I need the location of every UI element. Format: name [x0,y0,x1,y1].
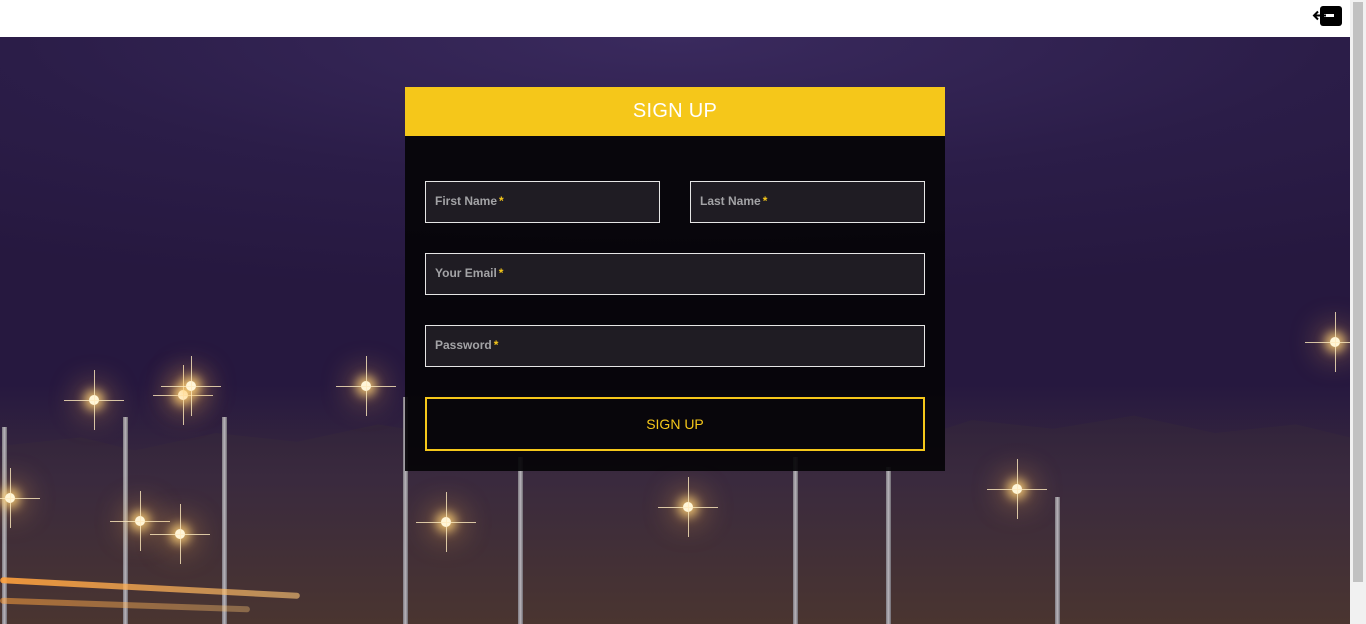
logout-icon [1312,6,1342,26]
required-mark: * [499,194,504,208]
street-light [336,356,396,416]
street-light [1305,312,1350,372]
street-pole [1055,497,1060,624]
street-light [0,468,40,528]
street-light [110,491,170,551]
street-light [987,459,1047,519]
top-bar [0,0,1350,37]
first-name-field[interactable]: First Name * [425,181,660,223]
signup-submit-button[interactable]: SIGN UP [425,397,925,451]
street-light [161,356,221,416]
required-mark: * [762,194,768,208]
email-field[interactable]: Your Email * [425,253,925,295]
street-pole [518,457,523,624]
street-pole [793,457,798,624]
signup-title: SIGN UP [405,87,945,136]
street-light [153,365,213,425]
password-field[interactable]: Password * [425,325,925,367]
street-light [416,492,476,552]
password-placeholder: Password * [435,338,499,352]
required-mark: * [498,266,504,280]
vertical-scrollbar[interactable] [1350,0,1366,624]
first-name-placeholder: First Name * [435,194,504,208]
required-mark: * [493,338,499,352]
scrollbar-thumb[interactable] [1353,2,1363,582]
street-light [658,477,718,537]
street-pole [2,427,7,624]
street-light [150,504,210,564]
logout-button[interactable] [1312,4,1344,28]
street-light [64,370,124,430]
street-pole [886,467,891,624]
last-name-placeholder: Last Name * [700,194,768,208]
email-placeholder: Your Email * [435,266,504,280]
last-name-field[interactable]: Last Name * [690,181,925,223]
